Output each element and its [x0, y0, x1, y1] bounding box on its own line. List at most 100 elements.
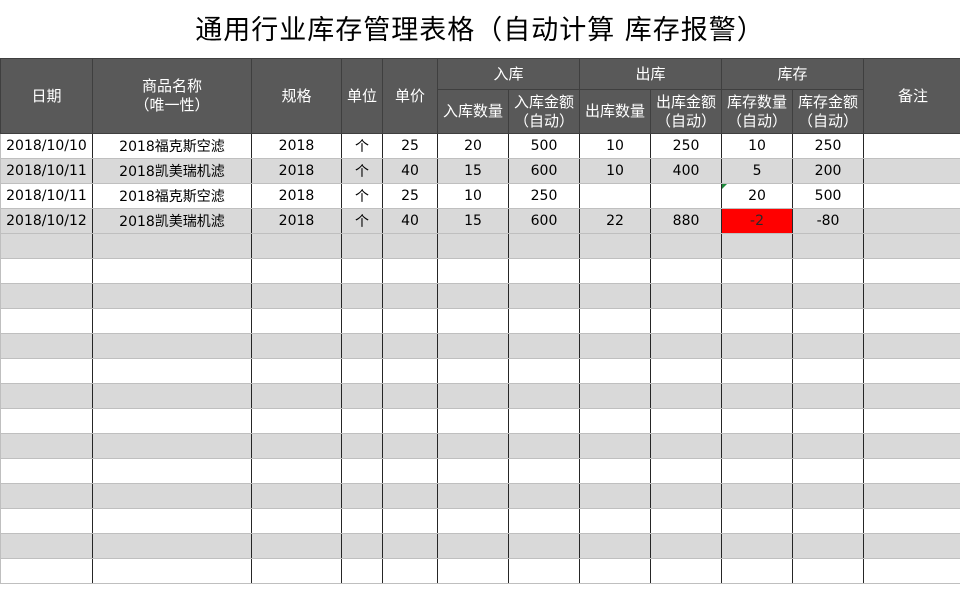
- empty-cell[interactable]: [650, 258, 723, 284]
- empty-cell[interactable]: [721, 458, 794, 484]
- empty-cell[interactable]: [792, 458, 865, 484]
- header-stock-qty[interactable]: 库存数量 （自动）: [721, 89, 794, 134]
- empty-cell[interactable]: [437, 558, 509, 584]
- empty-cell[interactable]: [792, 383, 865, 409]
- empty-cell[interactable]: [507, 408, 581, 434]
- empty-cell[interactable]: [507, 508, 581, 534]
- empty-cell[interactable]: [437, 533, 509, 559]
- empty-cell[interactable]: [92, 458, 252, 484]
- empty-cell[interactable]: [507, 383, 581, 409]
- empty-cell[interactable]: [650, 308, 723, 334]
- cell-product[interactable]: 2018凯美瑞机滤: [92, 158, 252, 184]
- empty-cell[interactable]: [341, 433, 383, 459]
- empty-cell[interactable]: [650, 483, 723, 509]
- empty-cell[interactable]: [382, 558, 438, 584]
- empty-cell[interactable]: [650, 533, 723, 559]
- cell-price[interactable]: 40: [382, 158, 438, 184]
- cell-stock-amt[interactable]: 200: [792, 158, 865, 184]
- cell-out-amt[interactable]: 400: [650, 158, 723, 184]
- empty-cell[interactable]: [579, 383, 652, 409]
- header-price[interactable]: 单价: [382, 58, 438, 134]
- empty-cell[interactable]: [251, 483, 342, 509]
- empty-cell[interactable]: [0, 308, 93, 334]
- cell-unit[interactable]: 个: [341, 133, 383, 159]
- cell-price[interactable]: 25: [382, 133, 438, 159]
- empty-cell[interactable]: [341, 333, 383, 359]
- empty-cell[interactable]: [721, 333, 794, 359]
- cell-out-amt[interactable]: 250: [650, 133, 723, 159]
- empty-cell[interactable]: [382, 233, 438, 259]
- cell-stock-qty-alert[interactable]: -2: [721, 208, 794, 234]
- cell-in-qty[interactable]: 20: [437, 133, 509, 159]
- empty-cell[interactable]: [721, 533, 794, 559]
- empty-cell[interactable]: [0, 558, 93, 584]
- empty-cell[interactable]: [437, 433, 509, 459]
- empty-cell[interactable]: [341, 408, 383, 434]
- empty-cell[interactable]: [341, 358, 383, 384]
- header-out-qty[interactable]: 出库数量: [579, 89, 652, 134]
- empty-cell[interactable]: [650, 408, 723, 434]
- empty-cell[interactable]: [721, 308, 794, 334]
- cell-product[interactable]: 2018福克斯空滤: [92, 183, 252, 209]
- empty-cell[interactable]: [341, 458, 383, 484]
- empty-cell[interactable]: [650, 233, 723, 259]
- cell-unit[interactable]: 个: [341, 208, 383, 234]
- header-spec[interactable]: 规格: [251, 58, 342, 134]
- empty-cell[interactable]: [650, 358, 723, 384]
- empty-cell[interactable]: [650, 283, 723, 309]
- empty-cell[interactable]: [579, 233, 652, 259]
- empty-cell[interactable]: [507, 308, 581, 334]
- empty-cell[interactable]: [251, 433, 342, 459]
- empty-cell[interactable]: [382, 433, 438, 459]
- empty-cell[interactable]: [341, 233, 383, 259]
- empty-cell[interactable]: [0, 458, 93, 484]
- empty-cell[interactable]: [721, 483, 794, 509]
- empty-cell[interactable]: [507, 458, 581, 484]
- empty-cell[interactable]: [721, 283, 794, 309]
- empty-cell[interactable]: [251, 283, 342, 309]
- cell-unit[interactable]: 个: [341, 183, 383, 209]
- empty-cell[interactable]: [579, 258, 652, 284]
- empty-cell[interactable]: [382, 458, 438, 484]
- empty-cell[interactable]: [341, 483, 383, 509]
- empty-cell[interactable]: [92, 308, 252, 334]
- cell-spec[interactable]: 2018: [251, 158, 342, 184]
- cell-spec[interactable]: 2018: [251, 208, 342, 234]
- empty-cell[interactable]: [792, 408, 865, 434]
- empty-cell[interactable]: [721, 258, 794, 284]
- header-out-amt[interactable]: 出库金额 （自动）: [650, 89, 723, 134]
- cell-in-qty[interactable]: 15: [437, 158, 509, 184]
- empty-cell[interactable]: [792, 258, 865, 284]
- empty-cell[interactable]: [863, 458, 960, 484]
- empty-cell[interactable]: [579, 408, 652, 434]
- empty-cell[interactable]: [863, 258, 960, 284]
- cell-in-amt[interactable]: 250: [507, 183, 581, 209]
- empty-cell[interactable]: [0, 533, 93, 559]
- empty-cell[interactable]: [92, 483, 252, 509]
- header-group-stock[interactable]: 库存: [721, 58, 865, 90]
- empty-cell[interactable]: [792, 308, 865, 334]
- empty-cell[interactable]: [437, 408, 509, 434]
- empty-cell[interactable]: [382, 533, 438, 559]
- empty-cell[interactable]: [92, 508, 252, 534]
- empty-cell[interactable]: [92, 333, 252, 359]
- empty-cell[interactable]: [437, 258, 509, 284]
- empty-cell[interactable]: [721, 358, 794, 384]
- empty-cell[interactable]: [863, 283, 960, 309]
- empty-cell[interactable]: [650, 458, 723, 484]
- empty-cell[interactable]: [863, 233, 960, 259]
- empty-cell[interactable]: [0, 508, 93, 534]
- header-stock-amt[interactable]: 库存金额 （自动）: [792, 89, 865, 134]
- empty-cell[interactable]: [579, 533, 652, 559]
- empty-cell[interactable]: [507, 233, 581, 259]
- empty-cell[interactable]: [341, 533, 383, 559]
- empty-cell[interactable]: [507, 283, 581, 309]
- empty-cell[interactable]: [0, 408, 93, 434]
- header-unit[interactable]: 单位: [341, 58, 383, 134]
- empty-cell[interactable]: [792, 358, 865, 384]
- empty-cell[interactable]: [507, 358, 581, 384]
- empty-cell[interactable]: [507, 533, 581, 559]
- empty-cell[interactable]: [0, 283, 93, 309]
- empty-cell[interactable]: [792, 508, 865, 534]
- empty-cell[interactable]: [0, 233, 93, 259]
